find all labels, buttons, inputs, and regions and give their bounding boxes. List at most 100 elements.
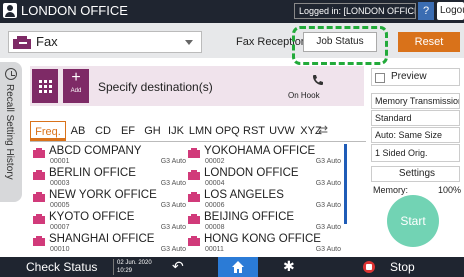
tab-freq[interactable]: Freq.	[30, 121, 66, 141]
gear-icon[interactable]: ✱	[283, 258, 295, 275]
tab-rst[interactable]: RST	[241, 121, 267, 141]
start-button[interactable]: Start	[387, 195, 439, 247]
add-destination-button[interactable]: + Add	[63, 69, 89, 103]
address-type: G3 Auto	[315, 158, 341, 165]
fax-icon	[188, 170, 200, 180]
fax-icon	[188, 214, 200, 224]
resolution-button[interactable]: Standard	[371, 110, 460, 126]
stop-icon	[363, 261, 375, 273]
highlight-callout	[292, 26, 388, 65]
address-entry[interactable]: SHANGHAI OFFICE 00010 G3 Auto	[33, 233, 188, 255]
address-type: G3 Auto	[160, 158, 186, 165]
address-name: HONG KONG OFFICE	[204, 233, 321, 245]
address-entry[interactable]: BEIJING OFFICE 00008 G3 Auto	[188, 211, 343, 233]
address-entry[interactable]: KYOTO OFFICE 00007 G3 Auto	[33, 211, 188, 233]
address-type: G3 Auto	[160, 180, 186, 187]
user-icon	[3, 3, 17, 18]
address-type: G3 Auto	[160, 224, 186, 231]
memory-transmission-button[interactable]: Memory Transmission	[371, 93, 460, 109]
address-name: SHANGHAI OFFICE	[49, 233, 155, 245]
address-number: 00010	[50, 246, 70, 253]
address-entry[interactable]: LOS ANGELES 00006 G3 Auto	[188, 189, 343, 211]
address-entry[interactable]: ABCD COMPANY 00001 G3 Auto	[33, 145, 188, 167]
check-status-button[interactable]: Check Status	[26, 260, 97, 274]
keypad-dot	[49, 85, 52, 88]
keypad-dot	[44, 90, 47, 93]
keypad-dot	[39, 85, 42, 88]
tab-ab[interactable]: AB	[66, 121, 90, 141]
help-button[interactable]: ?	[418, 2, 434, 20]
time-label: 10:29	[117, 268, 133, 274]
memory-value: 100%	[437, 185, 461, 195]
address-type: G3 Auto	[315, 246, 341, 253]
original-sides-button[interactable]: 1 Sided Orig.	[371, 144, 460, 162]
address-entry[interactable]: LONDON OFFICE 00004 G3 Auto	[188, 167, 343, 189]
fax-icon	[33, 148, 45, 158]
chevron-down-icon	[185, 40, 193, 45]
fax-icon	[33, 170, 45, 180]
tab-ef[interactable]: EF	[116, 121, 140, 141]
address-number: 00002	[205, 158, 225, 165]
on-hook-button[interactable]: On Hook	[288, 91, 320, 100]
address-entry[interactable]: BERLIN OFFICE 00003 G3 Auto	[33, 167, 188, 189]
fax-icon	[33, 214, 45, 224]
address-type: G3 Auto	[160, 202, 186, 209]
memory-label: Memory:	[373, 185, 409, 195]
office-title: LONDON OFFICE	[21, 3, 128, 18]
address-number: 00006	[205, 202, 225, 209]
fax-icon	[188, 148, 200, 158]
address-entry[interactable]: HONG KONG OFFICE 00011 G3 Auto	[188, 233, 343, 255]
top-bar: LONDON OFFICE Logged in: [LONDON OFFICE]…	[0, 0, 464, 23]
function-select[interactable]: Fax	[8, 31, 202, 53]
recall-setting-history-tab[interactable]: Recall Setting History	[0, 62, 22, 202]
preview-label: Preview	[391, 71, 427, 82]
home-icon	[232, 261, 244, 273]
stop-button[interactable]: Stop	[390, 260, 415, 274]
scan-size-button[interactable]: Auto: Same Size	[371, 127, 460, 143]
address-number: 00007	[50, 224, 70, 231]
clock-icon	[5, 68, 17, 80]
tab-gh[interactable]: GH	[140, 121, 165, 141]
address-number: 00001	[50, 158, 70, 165]
tab-ijk[interactable]: IJK	[165, 121, 187, 141]
fax-icon	[13, 36, 31, 49]
address-type: G3 Auto	[315, 224, 341, 231]
home-button[interactable]	[218, 257, 258, 277]
add-label: Add	[70, 88, 82, 94]
tab-cd[interactable]: CD	[90, 121, 116, 141]
keypad-dot	[39, 90, 42, 93]
date-label: 02 Jun. 2020	[117, 260, 152, 266]
date-time: 02 Jun. 2020 10:29	[113, 259, 152, 275]
specify-destination-field[interactable]: Specify destination(s)	[98, 80, 213, 94]
address-type: G3 Auto	[160, 246, 186, 253]
address-entry[interactable]: NEW YORK OFFICE 00005 G3 Auto	[33, 189, 188, 211]
checkbox-icon	[375, 73, 385, 83]
tab-opq[interactable]: OPQ	[214, 121, 241, 141]
address-number: 00004	[205, 180, 225, 187]
address-entry[interactable]: YOKOHAMA OFFICE 00002 G3 Auto	[188, 145, 343, 167]
back-icon[interactable]: ↶	[172, 258, 184, 275]
reset-button[interactable]: Reset	[398, 32, 460, 52]
address-number: 00008	[205, 224, 225, 231]
keypad-dot	[44, 85, 47, 88]
keypad-button[interactable]	[32, 69, 58, 103]
bottom-bar: Check Status 02 Jun. 2020 10:29 ↶ ✱ Stop	[0, 257, 464, 277]
address-name: KYOTO OFFICE	[49, 211, 135, 223]
phone-icon	[313, 75, 323, 85]
recall-setting-history-label: Recall Setting History	[4, 84, 15, 180]
logged-in-status: Logged in: [LONDON OFFICE]	[294, 3, 416, 19]
tab-uvw[interactable]: UVW	[267, 121, 297, 141]
tab-lmn[interactable]: LMN	[187, 121, 214, 141]
fax-icon	[188, 236, 200, 246]
address-type: G3 Auto	[315, 202, 341, 209]
logout-button[interactable]: Logout	[437, 2, 464, 20]
switch-view-icon[interactable]: ⇄	[318, 123, 328, 137]
function-label: Fax	[36, 34, 58, 49]
address-scrollbar[interactable]	[344, 144, 347, 224]
address-name: LOS ANGELES	[204, 189, 284, 201]
address-name: BERLIN OFFICE	[49, 167, 136, 179]
address-type: G3 Auto	[315, 180, 341, 187]
address-number: 00011	[205, 246, 224, 253]
settings-button[interactable]: Settings	[371, 166, 460, 182]
plus-icon: +	[71, 69, 81, 86]
